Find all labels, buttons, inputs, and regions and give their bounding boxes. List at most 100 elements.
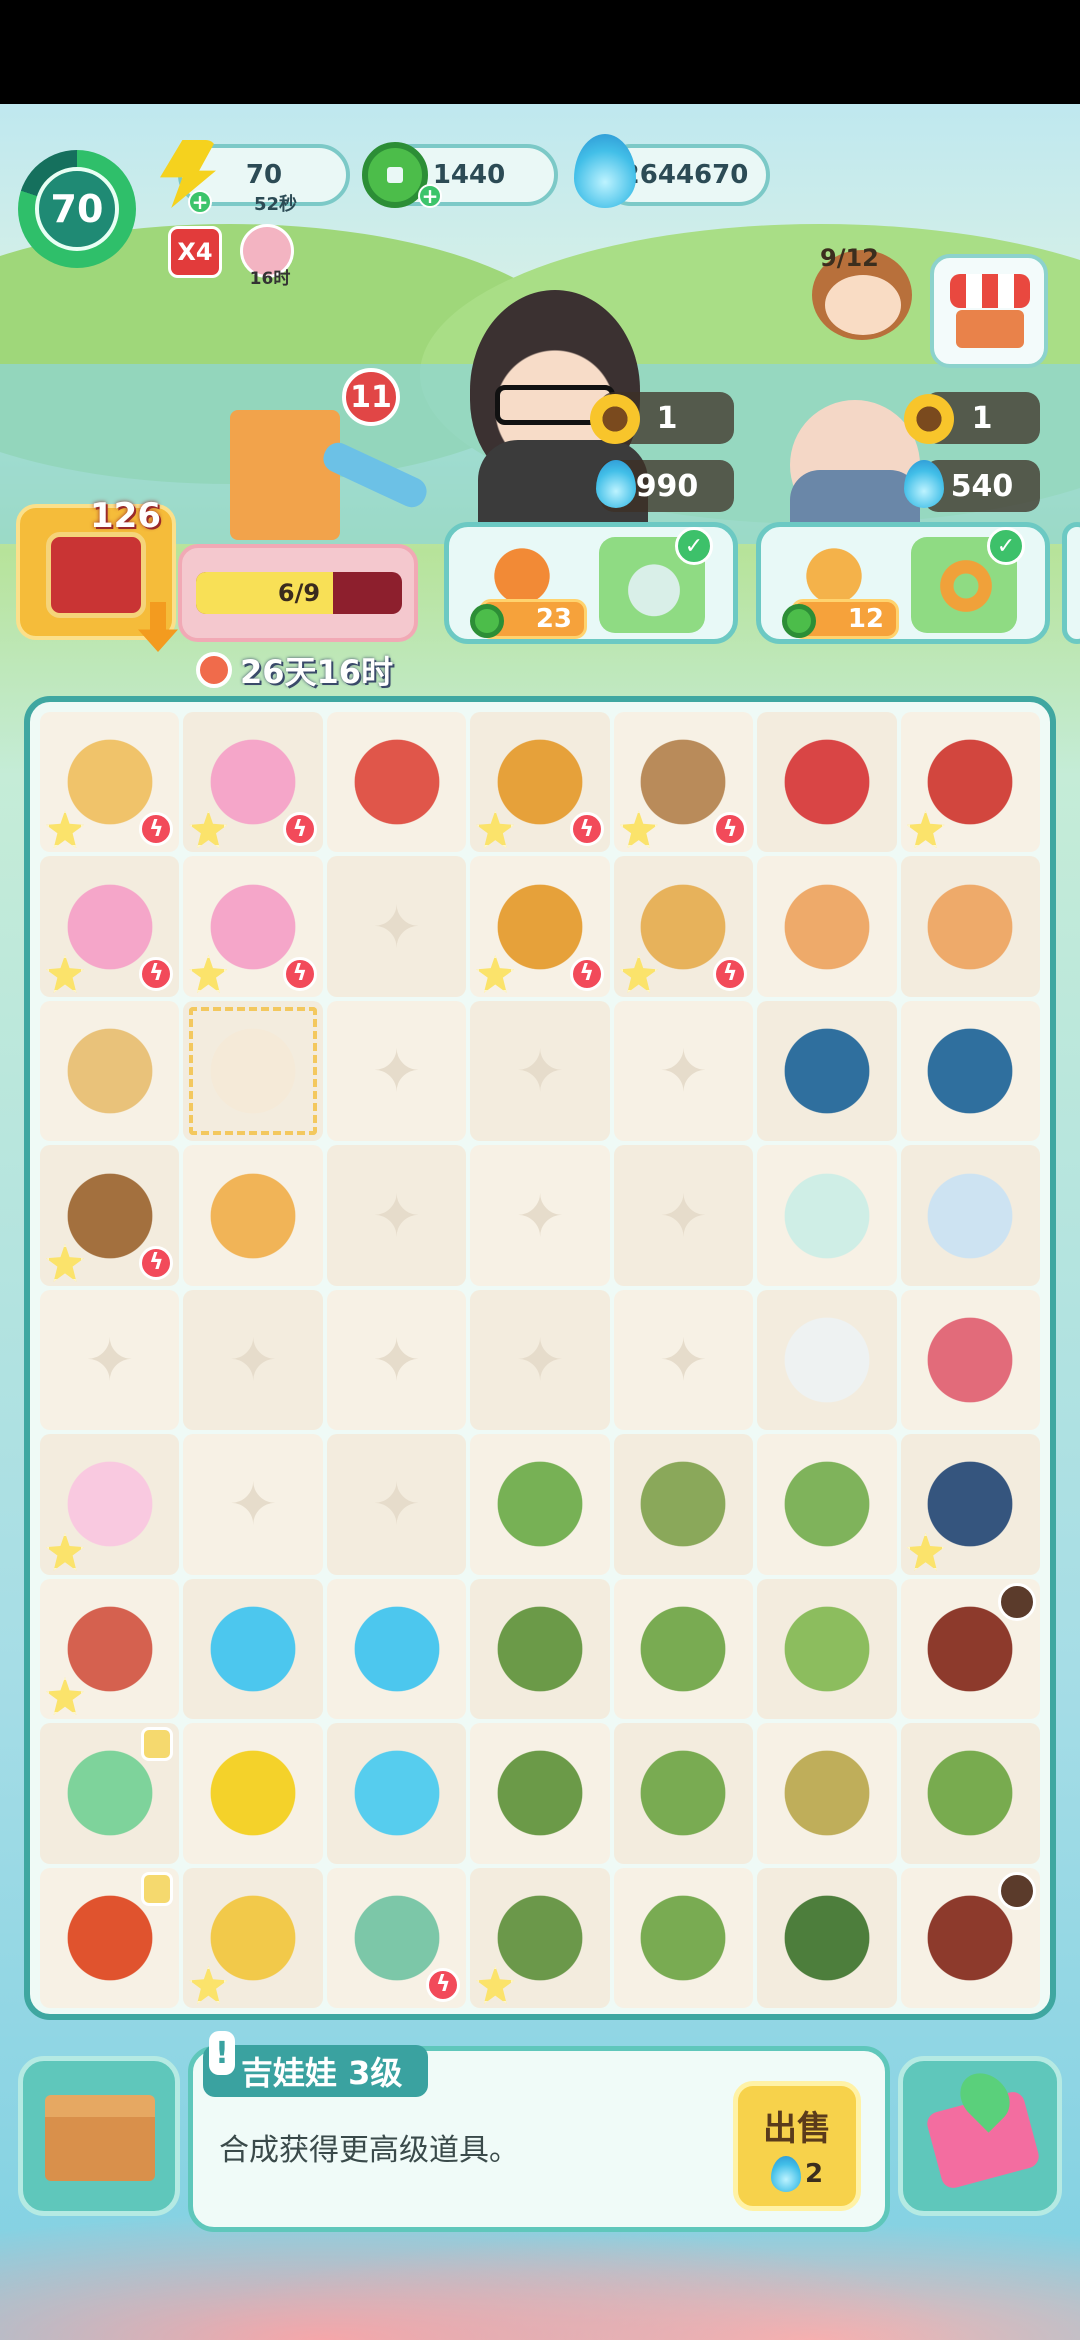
- board-cell[interactable]: [470, 1867, 610, 2008]
- board-cell[interactable]: [900, 1578, 1040, 1720]
- board-cell[interactable]: [613, 1434, 754, 1575]
- jade-arc-icon[interactable]: [485, 1450, 594, 1559]
- eggs-icon[interactable]: [772, 872, 881, 981]
- jade-dragon-icon[interactable]: [629, 1739, 738, 1848]
- board-cell[interactable]: [183, 1145, 323, 1286]
- gold-bolts-icon[interactable]: [199, 1739, 308, 1848]
- jade-tube-icon[interactable]: [772, 1594, 881, 1703]
- board-cell[interactable]: ϟ: [470, 712, 610, 853]
- flower-vase-icon[interactable]: [916, 1305, 1025, 1414]
- map-button[interactable]: [898, 2056, 1062, 2216]
- jade-cong-icon[interactable]: [485, 1739, 594, 1848]
- board-cell[interactable]: [40, 1434, 180, 1575]
- board-cell[interactable]: [183, 1578, 323, 1720]
- board-cell[interactable]: [183, 1723, 323, 1864]
- shop-button[interactable]: [930, 254, 1048, 368]
- board-cell[interactable]: [470, 1723, 610, 1864]
- order-card[interactable]: ✓ 23: [444, 522, 738, 644]
- board-cell[interactable]: [183, 1867, 323, 2008]
- board-cell[interactable]: [326, 712, 467, 853]
- board-cell[interactable]: ϟ: [613, 856, 754, 997]
- board-cell[interactable]: [470, 1289, 610, 1431]
- board-cell[interactable]: [757, 1867, 897, 2008]
- basket-box-icon[interactable]: [772, 728, 881, 837]
- board-cell[interactable]: [613, 1723, 754, 1864]
- board-cell[interactable]: ϟ: [183, 856, 323, 997]
- board-cell[interactable]: [900, 1723, 1040, 1864]
- board-cell[interactable]: [470, 1578, 610, 1720]
- jade-tablet-icon[interactable]: [772, 1450, 881, 1559]
- board-cell[interactable]: [40, 1723, 180, 1864]
- board-cell[interactable]: [183, 1000, 323, 1142]
- board-cell[interactable]: [326, 1145, 467, 1286]
- board-cell[interactable]: [613, 1145, 754, 1286]
- blue-flame-icon[interactable]: [342, 1594, 451, 1703]
- pet-bed-icon[interactable]: [199, 1161, 308, 1270]
- jade-axe-icon[interactable]: [916, 1739, 1025, 1848]
- board-cell[interactable]: [470, 1000, 610, 1142]
- board-cell[interactable]: [470, 1145, 610, 1286]
- board-cell[interactable]: [613, 1289, 754, 1431]
- board-cell[interactable]: ϟ: [326, 1867, 467, 2008]
- jade-disc-icon[interactable]: [772, 1883, 881, 1992]
- add-energy-icon[interactable]: +: [188, 190, 212, 214]
- board-cell[interactable]: ϟ: [40, 712, 180, 853]
- board-cell[interactable]: [757, 1289, 897, 1431]
- board-cell[interactable]: [900, 856, 1040, 997]
- add-coins-icon[interactable]: +: [418, 184, 442, 208]
- board-cell[interactable]: ϟ: [470, 856, 610, 997]
- jade-dragon-icon[interactable]: [629, 1594, 738, 1703]
- jade-cong-icon[interactable]: [485, 1594, 594, 1703]
- dog-icon[interactable]: [55, 1017, 164, 1126]
- plum-vase-icon[interactable]: [916, 1450, 1025, 1559]
- blue-flame-icon[interactable]: [199, 1594, 308, 1703]
- board-cell[interactable]: [900, 1145, 1040, 1286]
- building-progress[interactable]: 6/9: [178, 544, 418, 642]
- board-cell[interactable]: [757, 1145, 897, 1286]
- board-cell[interactable]: ϟ: [183, 712, 323, 853]
- jade-beast-icon[interactable]: [485, 1883, 594, 1992]
- character-girl[interactable]: [825, 275, 901, 335]
- white-jar-icon[interactable]: [772, 1305, 881, 1414]
- board-cell[interactable]: [183, 1289, 323, 1431]
- board-cell[interactable]: [757, 1000, 897, 1142]
- board-cell[interactable]: [326, 1578, 467, 1720]
- board-cell[interactable]: [900, 1000, 1040, 1142]
- jade-blade-icon[interactable]: [629, 1450, 738, 1559]
- level-badge[interactable]: 70: [18, 150, 136, 268]
- board-cell[interactable]: [326, 1723, 467, 1864]
- board-cell[interactable]: [757, 1578, 897, 1720]
- board-cell[interactable]: [326, 1289, 467, 1431]
- ham-icon[interactable]: [55, 1594, 164, 1703]
- board-cell[interactable]: [40, 1578, 180, 1720]
- board-cell[interactable]: [470, 1434, 610, 1575]
- board-cell[interactable]: [183, 1434, 323, 1575]
- board-cell[interactable]: [326, 856, 467, 997]
- board-cell[interactable]: [40, 1000, 180, 1142]
- sell-button[interactable]: 出售 2: [733, 2081, 861, 2211]
- board-cell[interactable]: [613, 1578, 754, 1720]
- board-cell[interactable]: ϟ: [613, 712, 754, 853]
- board-cell[interactable]: [326, 1434, 467, 1575]
- eggs-icon[interactable]: [916, 872, 1025, 981]
- blue-vase-icon[interactable]: [772, 1017, 881, 1126]
- blue-vase-icon[interactable]: [916, 1017, 1025, 1126]
- board-cell[interactable]: [613, 1867, 754, 2008]
- porcelain-vase-icon[interactable]: [916, 1161, 1025, 1270]
- jade-seal-icon[interactable]: [772, 1739, 881, 1848]
- board-cell[interactable]: [757, 1434, 897, 1575]
- cake-icon[interactable]: [55, 1450, 164, 1559]
- board-cell[interactable]: [757, 856, 897, 997]
- board-cell[interactable]: [757, 712, 897, 853]
- chihuahua-icon[interactable]: [199, 1017, 308, 1126]
- inventory-box-button[interactable]: [18, 2056, 180, 2216]
- board-cell[interactable]: [40, 1867, 180, 2008]
- board-cell[interactable]: [326, 1000, 467, 1142]
- chest-icon[interactable]: [916, 728, 1025, 837]
- celadon-vase-icon[interactable]: [772, 1161, 881, 1270]
- board-cell[interactable]: ϟ: [40, 856, 180, 997]
- board-cell[interactable]: [40, 1289, 180, 1431]
- board-cell[interactable]: [900, 1289, 1040, 1431]
- jade-dragon-icon[interactable]: [629, 1883, 738, 1992]
- board-cell[interactable]: ϟ: [40, 1145, 180, 1286]
